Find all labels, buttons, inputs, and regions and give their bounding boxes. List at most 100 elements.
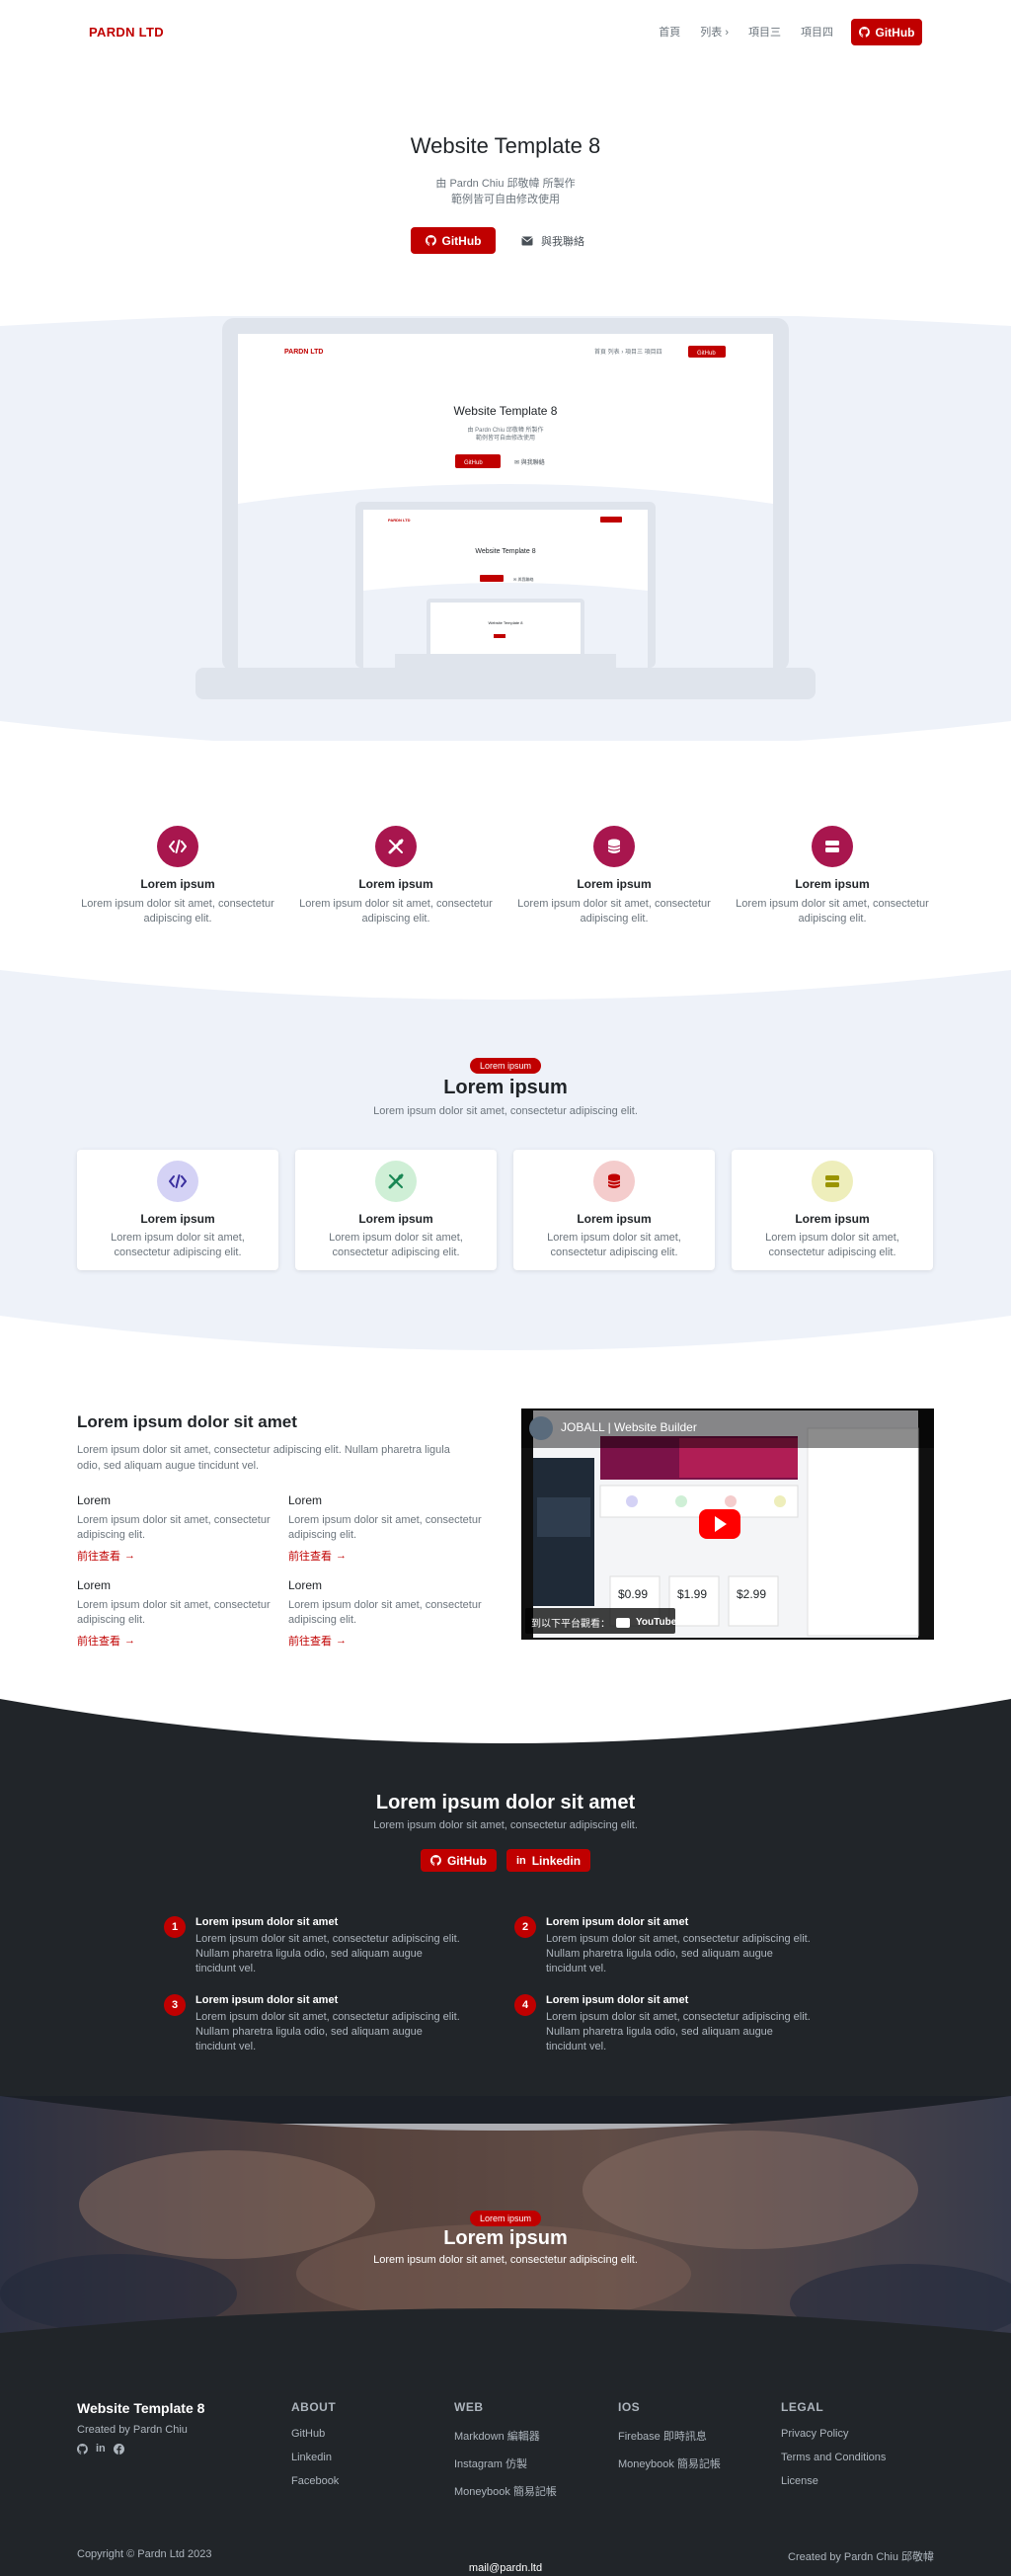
facebook-icon[interactable] [113, 2444, 124, 2455]
footer-social-icons: in [77, 2444, 124, 2455]
arrow-right-icon: → [336, 1550, 347, 1562]
footer-link[interactable]: Privacy Policy [781, 2428, 886, 2440]
section-subtitle: Lorem ipsum dolor sit amet, consectetur … [373, 1105, 638, 1117]
youtube-video-embed[interactable]: $0.99 $1.99 $2.99 JOBALL | Website Build… [521, 1409, 934, 1640]
footer-column-ios: IOS Firebase 即時訊息 Moneybook 簡易記帳 [618, 2400, 721, 2471]
dark-section-subtitle: Lorem ipsum dolor sit amet, consectetur … [373, 1819, 638, 1831]
footer-link[interactable]: Firebase 即時訊息 [618, 2428, 721, 2444]
nav-link-list[interactable]: 列表 › [700, 24, 729, 40]
hero-github-button[interactable]: GitHub [411, 227, 496, 254]
linkedin-icon: in [515, 1854, 526, 1867]
arrow-right-icon: → [124, 1550, 135, 1562]
info-item: Lorem Lorem ipsum dolor sit amet, consec… [77, 1493, 274, 1564]
feature-item: Lorem ipsum Lorem ipsum dolor sit amet, … [74, 826, 281, 926]
arrow-right-icon: → [336, 1635, 347, 1647]
view-link[interactable]: 前往查看 → [288, 1548, 486, 1564]
youtube-play-icon[interactable] [699, 1509, 740, 1539]
svg-text:✉ 與我聯絡: ✉ 與我聯絡 [514, 458, 545, 466]
feature-card: Lorem ipsum Lorem ipsum dolor sit amet, … [295, 1150, 497, 1270]
contact-link[interactable]: 與我聯絡 [521, 233, 584, 249]
feature-item: Lorem ipsum Lorem ipsum dolor sit amet, … [510, 826, 718, 926]
footer-link[interactable]: Instagram 仿製 [454, 2455, 557, 2471]
github-icon [858, 27, 870, 38]
nav-link-item4[interactable]: 項目四 [801, 24, 833, 40]
svg-text:$2.99: $2.99 [737, 1587, 766, 1601]
section3-text: Lorem ipsum dolor sit amet, consectetur … [77, 1444, 450, 1472]
linkedin-icon[interactable]: in [96, 2444, 106, 2455]
svg-text:GitHub: GitHub [464, 460, 483, 466]
step-item: 3 Lorem ipsum dolor sit amet Lorem ipsum… [164, 1994, 460, 2054]
svg-text:PARDN LTD: PARDN LTD [388, 518, 411, 523]
view-link[interactable]: 前往查看 → [77, 1633, 274, 1649]
footer-created-by: Created by Pardn Chiu [77, 2424, 188, 2436]
feature-item: Lorem ipsum Lorem ipsum dolor sit amet, … [292, 826, 500, 926]
step-item: 4 Lorem ipsum dolor sit amet Lorem ipsum… [514, 1994, 811, 2054]
feature-card: Lorem ipsum Lorem ipsum dolor sit amet, … [513, 1150, 715, 1270]
view-link[interactable]: 前往查看 → [288, 1633, 486, 1649]
video-title: JOBALL | Website Builder [561, 1420, 697, 1434]
svg-text:$0.99: $0.99 [618, 1587, 648, 1601]
nav-link-item3[interactable]: 項目三 [748, 24, 781, 40]
svg-text:$1.99: $1.99 [677, 1587, 707, 1601]
hero-subtitle: 由 Pardn Chiu 邱敬幃 所製作 範例皆可自由修改使用 [435, 178, 576, 205]
footer-column-web: WEB Markdown 編輯器 Instagram 仿製 Moneybook … [454, 2400, 557, 2499]
footer-link[interactable]: Moneybook 簡易記帳 [618, 2455, 721, 2471]
tools-icon [375, 826, 417, 867]
hero-title: Website Template 8 [410, 133, 601, 158]
step-item: 2 Lorem ipsum dolor sit amet Lorem ipsum… [514, 1916, 811, 1976]
github-icon [430, 1855, 441, 1866]
server-icon [812, 1161, 853, 1202]
view-link[interactable]: 前往查看 → [77, 1548, 274, 1564]
watch-on-youtube[interactable]: 到以下平台觀看： YouTube [531, 1615, 676, 1630]
photo-title: Lorem ipsum [443, 2227, 568, 2249]
section-title: Lorem ipsum [443, 1077, 568, 1098]
section-badge: Lorem ipsum [0, 1056, 1011, 1074]
footer-link[interactable]: Terms and Conditions [781, 2452, 886, 2463]
footer-link[interactable]: Markdown 編輯器 [454, 2428, 557, 2444]
dark-section-title: Lorem ipsum dolor sit amet [375, 1792, 636, 1813]
database-icon [593, 826, 635, 867]
section3-title: Lorem ipsum dolor sit amet [77, 1412, 297, 1431]
github-icon[interactable] [77, 2444, 88, 2455]
code-icon [157, 826, 198, 867]
arrow-right-icon: → [124, 1635, 135, 1647]
footer-email[interactable]: mail@pardn.ltd [0, 2562, 1011, 2574]
footer-link[interactable]: License [781, 2475, 886, 2487]
top-navbar: PARDN LTD 首頁 列表 › 項目三 項目四 GitHub [0, 0, 1011, 63]
nav-github-button[interactable]: GitHub [851, 19, 922, 45]
svg-text:GitHub: GitHub [697, 351, 716, 357]
info-item: Lorem Lorem ipsum dolor sit amet, consec… [288, 1578, 486, 1649]
svg-text:首頁 列表 › 項目三 項目四: 首頁 列表 › 項目三 項目四 [594, 348, 662, 356]
code-icon [157, 1161, 198, 1202]
dark-section-background [0, 1699, 1011, 2124]
svg-text:Website Template 8: Website Template 8 [454, 404, 558, 418]
footer-link[interactable]: Linkedin [291, 2452, 339, 2463]
step-item: 1 Lorem ipsum dolor sit amet Lorem ipsum… [164, 1916, 460, 1976]
footer-column-legal: LEGAL Privacy Policy Terms and Condition… [781, 2400, 887, 2487]
envelope-icon [521, 236, 533, 246]
photo-subtitle: Lorem ipsum dolor sit amet, consectetur … [373, 2254, 638, 2266]
footer-link[interactable]: Moneybook 簡易記帳 [454, 2483, 557, 2499]
svg-text:Website Template 8: Website Template 8 [489, 620, 524, 625]
nav-link-home[interactable]: 首頁 [659, 24, 680, 40]
svg-text:由 Pardn Chiu 邱敬幃 所製作: 由 Pardn Chiu 邱敬幃 所製作 [467, 426, 543, 434]
dark-section-buttons: GitHub in Linkedin [0, 1849, 1011, 1872]
linkedin-button[interactable]: in Linkedin [506, 1849, 591, 1872]
footer-link[interactable]: Facebook [291, 2475, 339, 2487]
github-button[interactable]: GitHub [420, 1849, 497, 1872]
copyright: Copyright © Pardn Ltd 2023 [77, 2548, 212, 2560]
laptop-showcase: PARDN LTD 首頁 列表 › 項目三 項目四 GitHub Website… [0, 316, 1011, 741]
server-icon [812, 826, 853, 867]
nav-links: 首頁 列表 › 項目三 項目四 [659, 24, 833, 40]
footer-link[interactable]: GitHub [291, 2428, 339, 2440]
youtube-logo-icon [616, 1617, 630, 1628]
brand-logo[interactable]: PARDN LTD [89, 25, 164, 40]
tools-icon [375, 1161, 417, 1202]
svg-text:Website Template 8: Website Template 8 [475, 548, 535, 555]
photo-badge: Lorem ipsum [0, 2209, 1011, 2226]
chevron-right-icon: › [725, 27, 729, 39]
svg-text:範例皆可自由修改使用: 範例皆可自由修改使用 [476, 434, 535, 442]
feature-card: Lorem ipsum Lorem ipsum dolor sit amet, … [77, 1150, 278, 1270]
github-icon [425, 235, 436, 246]
info-item: Lorem Lorem ipsum dolor sit amet, consec… [288, 1493, 486, 1564]
